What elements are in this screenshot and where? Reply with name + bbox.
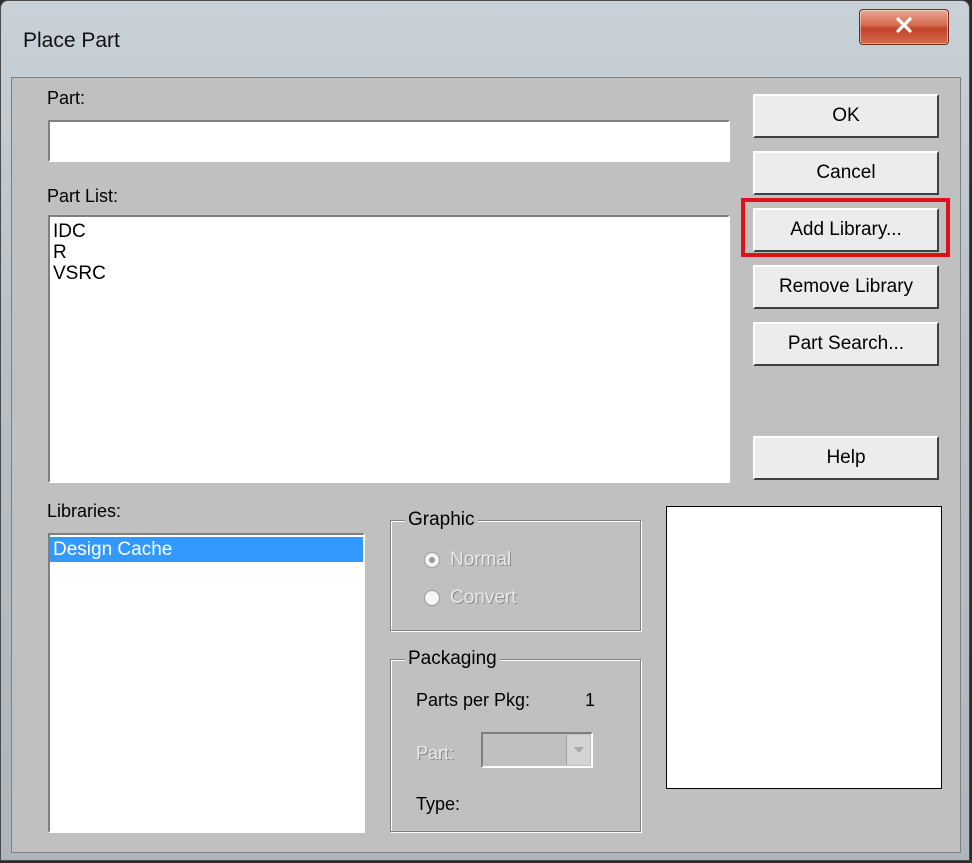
list-item[interactable]: R	[50, 242, 728, 263]
package-part-label: Part:	[416, 743, 455, 763]
close-button[interactable]	[859, 9, 949, 45]
remove-library-button[interactable]: Remove Library	[753, 265, 939, 309]
packaging-group-title: Packaging	[405, 648, 500, 670]
list-item[interactable]: Design Cache	[50, 537, 363, 562]
window-title: Place Part	[23, 29, 120, 52]
help-button[interactable]: Help	[753, 436, 939, 480]
convert-radio[interactable]: Convert	[424, 587, 517, 609]
close-icon	[895, 16, 913, 38]
ok-button[interactable]: OK	[753, 94, 939, 138]
parts-per-pkg-label: Parts per Pkg:	[416, 690, 531, 710]
graphic-group-title: Graphic	[405, 509, 478, 531]
part-search-button[interactable]: Part Search...	[753, 322, 939, 366]
normal-radio-label: Normal	[450, 549, 512, 570]
part-input[interactable]	[48, 120, 730, 162]
part-label: Part:	[47, 88, 86, 108]
dropdown-button[interactable]	[566, 735, 590, 765]
place-part-dialog: Place Part Part: Part List: IDC R VSRC O…	[0, 0, 970, 861]
radio-button-icon	[424, 590, 440, 606]
packaging-group: Packaging Parts per Pkg: 1 Part: Type:	[390, 648, 641, 832]
part-list-label: Part List:	[47, 186, 119, 206]
package-part-select[interactable]	[481, 732, 593, 768]
list-item[interactable]: IDC	[50, 221, 728, 242]
list-item[interactable]: VSRC	[50, 263, 728, 284]
chevron-down-icon	[573, 741, 585, 759]
radio-button-icon	[424, 552, 440, 568]
parts-per-pkg-value: 1	[585, 690, 596, 710]
convert-radio-label: Convert	[450, 587, 517, 608]
part-list[interactable]: IDC R VSRC	[48, 215, 730, 483]
libraries-label: Libraries:	[47, 501, 122, 521]
normal-radio[interactable]: Normal	[424, 549, 511, 571]
part-preview	[666, 506, 942, 789]
cancel-button[interactable]: Cancel	[753, 151, 939, 195]
type-label: Type:	[416, 794, 461, 814]
title-bar[interactable]: Place Part	[1, 1, 969, 75]
highlight-box	[741, 198, 950, 257]
libraries-list[interactable]: Design Cache	[48, 533, 365, 833]
graphic-group: Graphic Normal Convert	[390, 509, 641, 631]
dialog-body: Part: Part List: IDC R VSRC OK Cancel Ad…	[11, 77, 961, 853]
